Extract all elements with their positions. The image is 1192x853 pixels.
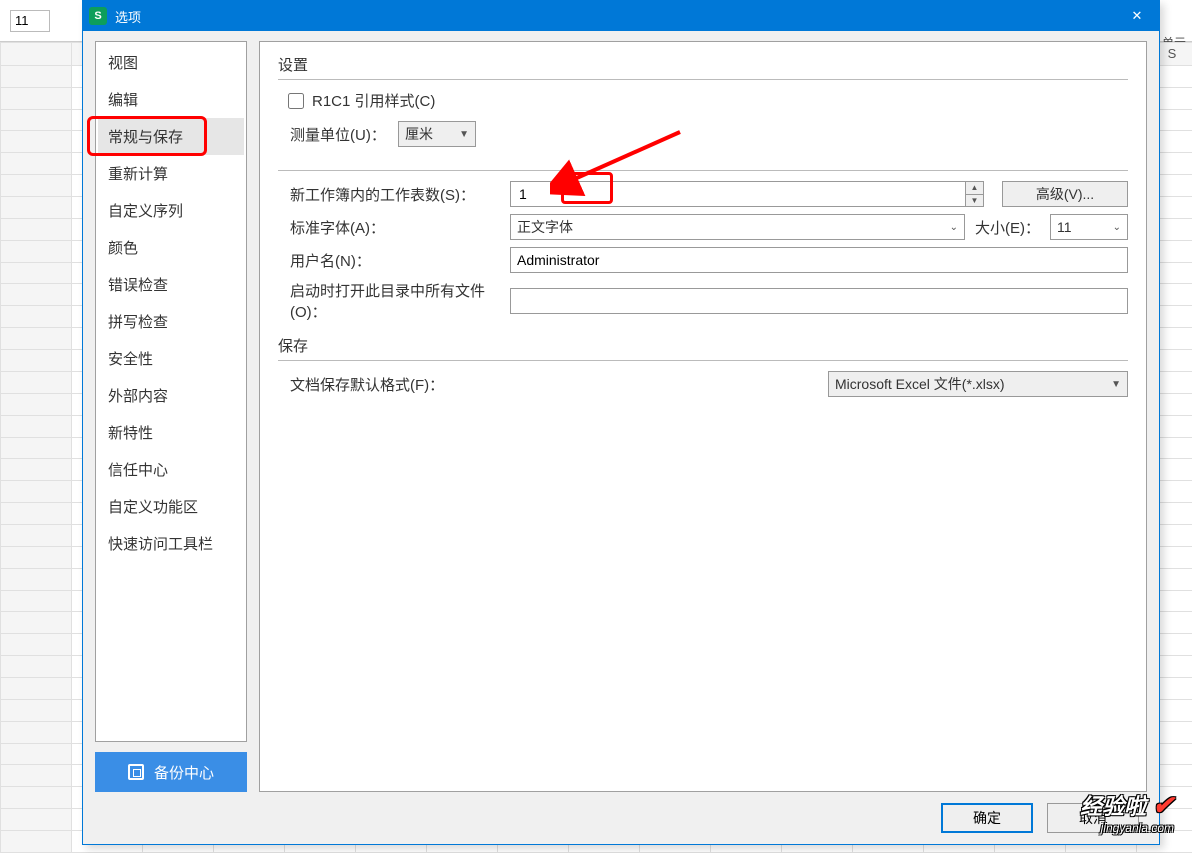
backup-icon — [128, 764, 144, 780]
close-icon: ✕ — [1132, 8, 1143, 24]
caret-down-icon: ▼ — [1111, 379, 1121, 390]
font-value: 正文字体 — [517, 217, 573, 237]
close-button[interactable]: ✕ — [1115, 1, 1159, 31]
sidebar-item-trust-center[interactable]: 信任中心 — [98, 451, 244, 488]
caret-down-icon: ⌄ — [950, 222, 958, 233]
spin-down-icon[interactable]: ▼ — [966, 195, 983, 207]
dialog-title: 选项 — [115, 7, 141, 26]
divider — [278, 170, 1128, 171]
app-icon: S — [89, 7, 107, 25]
sheets-label: 新工作簿内的工作表数(S)： — [278, 184, 500, 205]
ok-button[interactable]: 确定 — [941, 803, 1033, 833]
backup-center-button[interactable]: 备份中心 — [95, 752, 247, 792]
startdir-input[interactable] — [510, 288, 1128, 314]
options-content: 设置 R1C1 引用样式(C) 测量单位(U)： 厘米 ▼ 新工作簿内的工作表数… — [259, 41, 1147, 792]
sheets-input[interactable] — [511, 182, 965, 206]
watermark: 经验啦 ✔ jingyanla.com — [1080, 789, 1174, 835]
startdir-label: 启动时打开此目录中所有文件(O)： — [278, 280, 500, 322]
divider — [278, 79, 1128, 80]
sidebar-item-quick-access[interactable]: 快速访问工具栏 — [98, 525, 244, 562]
sidebar-item-recalc[interactable]: 重新计算 — [98, 155, 244, 192]
font-size-input[interactable] — [10, 10, 50, 32]
font-label: 标准字体(A)： — [278, 217, 500, 238]
unit-combo[interactable]: 厘米 ▼ — [398, 121, 476, 147]
saveformat-value: Microsoft Excel 文件(*.xlsx) — [835, 374, 1005, 394]
advanced-button[interactable]: 高级(V)... — [1002, 181, 1128, 207]
spin-up-icon[interactable]: ▲ — [966, 182, 983, 195]
user-label: 用户名(N)： — [278, 250, 500, 271]
sidebar-item-security[interactable]: 安全性 — [98, 340, 244, 377]
section-save-label: 保存 — [278, 335, 1128, 356]
watermark-url: jingyanla.com — [1080, 821, 1174, 835]
r1c1-checkbox[interactable] — [288, 93, 304, 109]
check-icon: ✔ — [1152, 790, 1174, 820]
font-combo[interactable]: 正文字体 ⌄ — [510, 214, 965, 240]
sidebar-item-error-check[interactable]: 错误检查 — [98, 266, 244, 303]
options-sidebar: 视图 编辑 常规与保存 重新计算 自定义序列 颜色 错误检查 拼写检查 安全性 … — [95, 41, 247, 792]
sidebar-item-view[interactable]: 视图 — [98, 44, 244, 81]
size-combo[interactable]: 11 ⌄ — [1050, 214, 1128, 240]
sidebar-item-spell-check[interactable]: 拼写检查 — [98, 303, 244, 340]
saveformat-combo[interactable]: Microsoft Excel 文件(*.xlsx) ▼ — [828, 371, 1128, 397]
size-value: 11 — [1057, 219, 1072, 235]
saveformat-label: 文档保存默认格式(F)： — [278, 374, 500, 395]
sidebar-item-new-features[interactable]: 新特性 — [98, 414, 244, 451]
sidebar-item-color[interactable]: 颜色 — [98, 229, 244, 266]
caret-down-icon: ▼ — [459, 129, 469, 140]
sidebar-list: 视图 编辑 常规与保存 重新计算 自定义序列 颜色 错误检查 拼写检查 安全性 … — [95, 41, 247, 742]
backup-label: 备份中心 — [154, 762, 214, 783]
sidebar-item-general-save[interactable]: 常规与保存 — [98, 118, 244, 155]
sheets-spinner[interactable]: ▲ ▼ — [510, 181, 984, 207]
section-settings-label: 设置 — [278, 54, 1128, 75]
sidebar-item-edit[interactable]: 编辑 — [98, 81, 244, 118]
unit-label: 测量单位(U)： — [278, 124, 388, 145]
username-input[interactable] — [510, 247, 1128, 273]
r1c1-label: R1C1 引用样式(C) — [312, 90, 435, 111]
dialog-footer: 确定 取消 — [83, 792, 1159, 844]
sidebar-item-custom-list[interactable]: 自定义序列 — [98, 192, 244, 229]
size-label: 大小(E)： — [975, 217, 1040, 238]
sidebar-item-external[interactable]: 外部内容 — [98, 377, 244, 414]
dialog-titlebar[interactable]: S 选项 ✕ — [83, 1, 1159, 31]
watermark-text: 经验啦 — [1080, 794, 1146, 819]
caret-down-icon: ⌄ — [1113, 222, 1121, 233]
sidebar-item-custom-ribbon[interactable]: 自定义功能区 — [98, 488, 244, 525]
unit-value: 厘米 — [405, 124, 433, 144]
divider — [278, 360, 1128, 361]
options-dialog: S 选项 ✕ 视图 编辑 常规与保存 重新计算 自定义序列 颜色 错误检查 拼写… — [82, 0, 1160, 845]
